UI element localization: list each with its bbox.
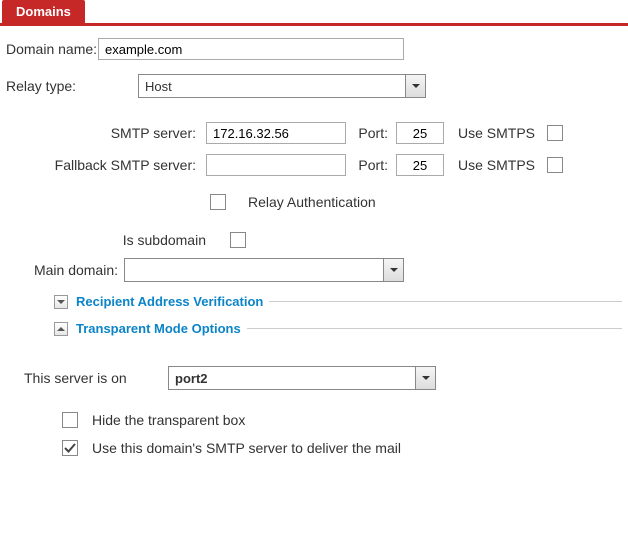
server-on-value: port2 bbox=[175, 371, 208, 386]
use-domain-smtp-checkbox[interactable] bbox=[62, 440, 78, 456]
domain-name-label: Domain name: bbox=[6, 41, 98, 57]
fallback-port-label: Port: bbox=[346, 157, 396, 173]
fallback-use-smtps-label: Use SMTPS bbox=[458, 157, 535, 173]
relay-type-value: Host bbox=[145, 79, 172, 94]
divider bbox=[247, 328, 622, 329]
chevron-down-icon bbox=[415, 367, 435, 389]
chevron-up-icon bbox=[57, 325, 65, 333]
smtp-use-smtps-label: Use SMTPS bbox=[458, 125, 535, 141]
chevron-down-icon bbox=[405, 75, 425, 97]
hide-transparent-box-checkbox[interactable] bbox=[62, 412, 78, 428]
chevron-down-icon bbox=[57, 298, 65, 306]
is-subdomain-checkbox[interactable] bbox=[230, 232, 246, 248]
domain-name-input[interactable] bbox=[98, 38, 404, 60]
server-on-select[interactable]: port2 bbox=[168, 366, 436, 390]
relay-auth-label: Relay Authentication bbox=[248, 194, 376, 210]
fallback-use-smtps-checkbox[interactable] bbox=[547, 157, 563, 173]
collapse-toggle-tmo[interactable] bbox=[54, 322, 68, 336]
relay-type-label: Relay type: bbox=[6, 78, 138, 94]
collapse-toggle-rav[interactable] bbox=[54, 295, 68, 309]
server-on-label: This server is on bbox=[24, 370, 168, 386]
fallback-port-input[interactable] bbox=[396, 154, 444, 176]
main-domain-label: Main domain: bbox=[12, 262, 124, 278]
smtp-server-input[interactable] bbox=[206, 122, 346, 144]
use-domain-smtp-label: Use this domain's SMTP server to deliver… bbox=[92, 440, 401, 456]
chevron-down-icon bbox=[383, 259, 403, 281]
tab-domains[interactable]: Domains bbox=[2, 0, 85, 23]
is-subdomain-label: Is subdomain bbox=[6, 232, 230, 248]
fallback-smtp-label: Fallback SMTP server: bbox=[6, 157, 206, 173]
section-recipient-address-verification[interactable]: Recipient Address Verification bbox=[76, 294, 263, 309]
fallback-smtp-input[interactable] bbox=[206, 154, 346, 176]
divider bbox=[269, 301, 622, 302]
smtp-port-label: Port: bbox=[346, 125, 396, 141]
smtp-use-smtps-checkbox[interactable] bbox=[547, 125, 563, 141]
relay-auth-checkbox[interactable] bbox=[210, 194, 226, 210]
section-transparent-mode-options[interactable]: Transparent Mode Options bbox=[76, 321, 241, 336]
smtp-server-label: SMTP server: bbox=[6, 125, 206, 141]
main-domain-select[interactable] bbox=[124, 258, 404, 282]
smtp-port-input[interactable] bbox=[396, 122, 444, 144]
relay-type-select[interactable]: Host bbox=[138, 74, 426, 98]
hide-transparent-box-label: Hide the transparent box bbox=[92, 412, 245, 428]
